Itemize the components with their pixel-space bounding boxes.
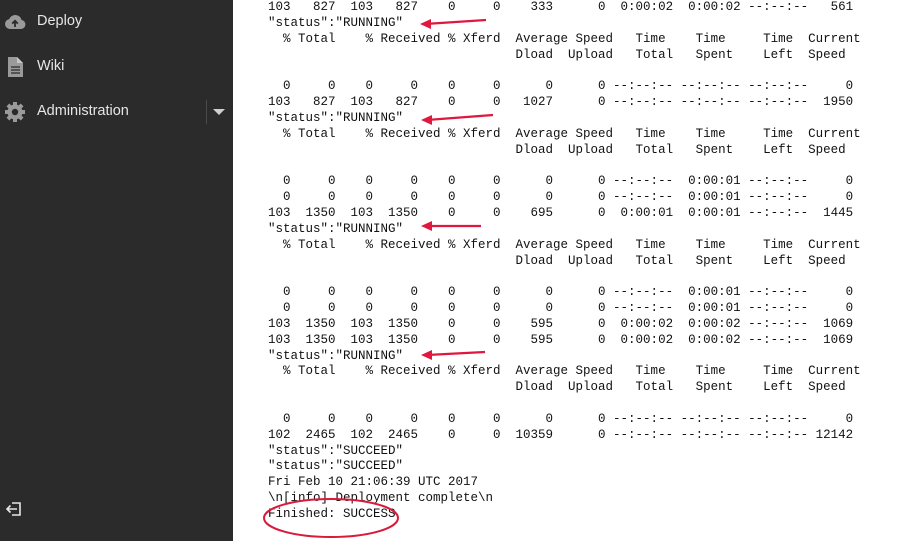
console-line: \n[info] Deployment complete\n [268, 491, 494, 506]
status-line: "status":"SUCCEED" [268, 443, 404, 458]
console-line: 103 1350 103 1350 0 0 695 0 0:00:01 0:00… [268, 205, 854, 220]
console-line: 103 827 103 827 0 0 1027 0 --:--:-- --:-… [268, 95, 854, 110]
console-line: 0 0 0 0 0 0 0 0 --:--:-- 0:00:01 --:--:-… [268, 190, 854, 205]
console-line: % Total % Received % Xferd Average Speed… [268, 31, 861, 46]
status-line: "status":"RUNNING" [268, 110, 404, 125]
sidebar-item-label: Deploy [37, 13, 83, 29]
status-line: "status":"SUCCEED" [268, 459, 404, 474]
status-line: "status":"RUNNING" [268, 15, 404, 30]
console-line: 0 0 0 0 0 0 0 0 --:--:-- 0:00:01 --:--:-… [268, 301, 854, 316]
console-line: 103 1350 103 1350 0 0 595 0 0:00:02 0:00… [268, 316, 854, 331]
console-line: 102 2465 102 2465 0 0 10359 0 --:--:-- -… [268, 427, 854, 442]
console-line: 0 0 0 0 0 0 0 0 --:--:-- 0:00:01 --:--:-… [268, 174, 854, 189]
status-line: "status":"RUNNING" [268, 348, 404, 363]
divider [206, 100, 207, 124]
console-line: % Total % Received % Xferd Average Speed… [268, 364, 861, 379]
sidebar-item-wiki[interactable]: Wiki [0, 47, 233, 87]
console-line: 0 0 0 0 0 0 0 0 --:--:-- --:--:-- --:--:… [268, 411, 854, 426]
cloud-upload-icon [3, 10, 27, 34]
sidebar-item-administration[interactable]: Administration [0, 92, 233, 132]
sidebar-item-label: Wiki [37, 58, 65, 74]
console-line: 103 827 103 827 0 0 333 0 0:00:02 0:00:0… [268, 0, 854, 14]
console-line: Dload Upload Total Spent Left Speed [268, 380, 846, 395]
console-line: 0 0 0 0 0 0 0 0 --:--:-- --:--:-- --:--:… [268, 79, 854, 94]
document-icon [3, 55, 27, 79]
status-line: "status":"RUNNING" [268, 221, 404, 236]
console-line: % Total % Received % Xferd Average Speed… [268, 126, 861, 141]
gear-icon [3, 100, 27, 124]
console-line: Dload Upload Total Spent Left Speed [268, 253, 846, 268]
console-line: Dload Upload Total Spent Left Speed [268, 47, 846, 62]
console-line: Dload Upload Total Spent Left Speed [268, 142, 846, 157]
sidebar: Deploy Wiki Administration [0, 0, 233, 541]
console-line: Fri Feb 10 21:06:39 UTC 2017 [268, 475, 479, 490]
logout-icon[interactable] [4, 499, 24, 519]
console-line: % Total % Received % Xferd Average Speed… [268, 237, 861, 252]
finished-status-line: Finished: SUCCESS [268, 507, 396, 521]
console-line: 0 0 0 0 0 0 0 0 --:--:-- 0:00:01 --:--:-… [268, 285, 854, 300]
sidebar-item-deploy[interactable]: Deploy [0, 2, 233, 42]
caret-down-icon[interactable] [213, 109, 225, 115]
console-output: 103 827 103 827 0 0 333 0 0:00:02 0:00:0… [268, 0, 861, 523]
sidebar-item-label: Administration [37, 103, 129, 119]
console-line: 103 1350 103 1350 0 0 595 0 0:00:02 0:00… [268, 332, 854, 347]
